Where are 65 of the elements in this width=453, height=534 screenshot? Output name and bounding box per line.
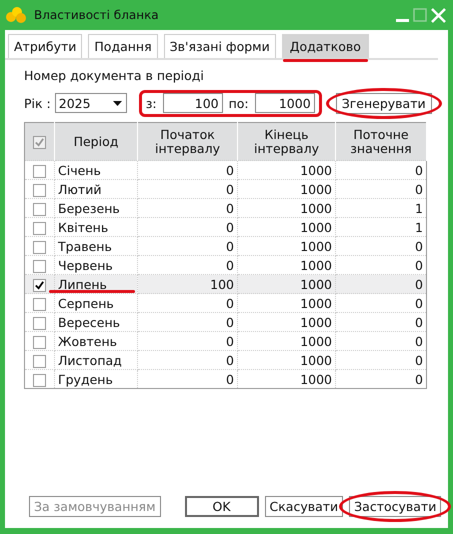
year-label: Рік : [24,96,51,110]
table-cell: Серпень [54,294,138,312]
column-header[interactable]: Початок інтервалу [138,122,238,160]
table-cell: Квітень [54,218,138,236]
table-cell: 0 [138,180,238,198]
table-cell: 1000 [238,350,336,370]
table-cell: 0 [138,218,238,236]
table-cell: Листопад [54,350,138,370]
dialog-button[interactable]: Скасувати [264,496,344,517]
section-label: Номер документа в періоді [24,68,205,83]
table-cell: 0 [138,294,238,312]
table-cell: 1000 [238,160,336,180]
year-dropdown[interactable]: 2025 [54,93,127,113]
table-cell: 1000 [238,236,336,256]
table-cell: Вересень [54,312,138,332]
from-label: з: [146,96,157,110]
table-cell: 0 [138,198,238,218]
table-cell: 1000 [238,332,336,350]
to-field[interactable]: 1000 [254,93,315,113]
checkbox[interactable] [33,298,46,311]
checkbox[interactable] [33,278,46,292]
table-cell: Січень [54,160,138,180]
checkbox[interactable] [33,164,46,178]
column-header[interactable]: Період [54,122,138,160]
checkbox[interactable] [33,184,46,197]
checkbox[interactable] [33,222,46,235]
window-title: Властивості бланка [34,8,160,22]
tab[interactable]: Атрибути [8,34,82,58]
tab[interactable]: Зв'язані форми [164,34,276,58]
table-cell: 0 [138,160,238,180]
table-cell: Жовтень [54,332,138,350]
tab[interactable]: Подання [88,34,158,58]
table-cell: Лютий [54,180,138,198]
app-logo-icon [5,5,27,25]
column-header[interactable]: Кінець інтервалу [238,122,336,160]
table-cell: 1000 [238,274,336,294]
checkbox[interactable] [33,260,46,273]
dialog-button[interactable]: OK [184,496,259,517]
table-cell: 100 [138,274,238,294]
table-cell: 0 [336,160,426,180]
checkbox[interactable] [33,354,46,368]
table-cell: 0 [138,312,238,332]
column-header[interactable]: Поточне значення [336,122,426,160]
table-cell: 0 [138,350,238,370]
table-cell: 1000 [238,180,336,198]
table-cell: 1000 [238,294,336,312]
checkbox[interactable] [33,374,46,387]
dropdown-arrow-icon [112,100,122,106]
checkbox[interactable] [33,202,46,216]
dialog-button[interactable]: Застосувати [349,496,442,517]
table-cell: 0 [138,332,238,350]
close-icon[interactable] [431,8,446,22]
table-cell: 1000 [238,198,336,218]
generate-button[interactable]: Згенерувати [336,92,432,114]
from-field[interactable]: 100 [162,93,223,113]
table-cell: Травень [54,236,138,256]
to-label: по: [228,96,249,110]
checkbox[interactable] [33,336,46,349]
table-cell: 1000 [238,312,336,332]
checkbox[interactable] [33,240,46,254]
table-cell: 0 [336,274,426,294]
table-cell: Березень [54,198,138,218]
table-cell: 0 [138,236,238,256]
checkbox[interactable] [33,316,46,330]
table-cell: 1000 [238,218,336,236]
